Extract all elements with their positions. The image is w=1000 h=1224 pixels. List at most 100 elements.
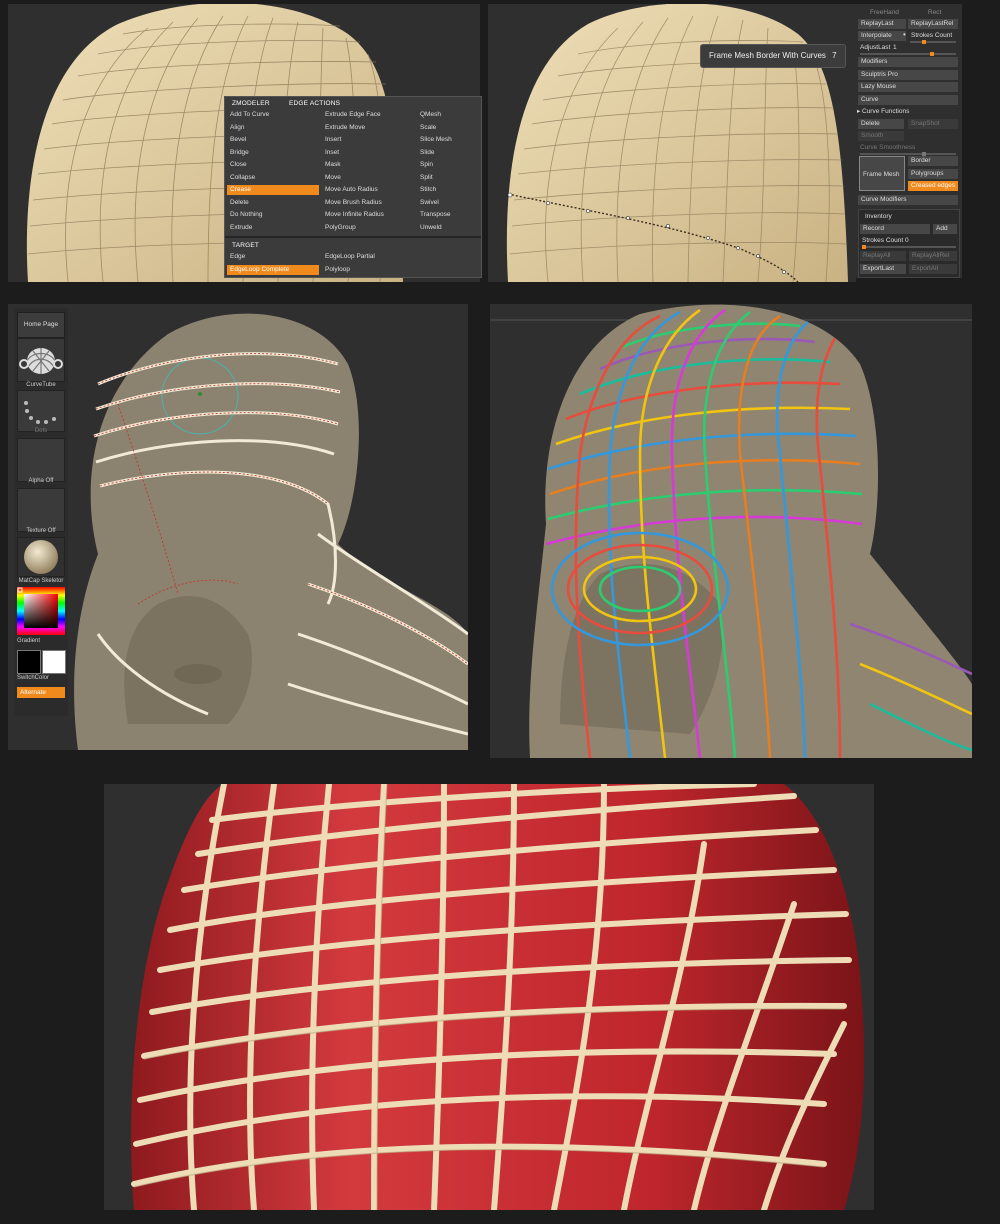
- main-color-swatch[interactable]: [17, 650, 41, 674]
- action-slide[interactable]: Slide: [420, 148, 434, 158]
- panel-red-tubes: [104, 784, 874, 1210]
- action-split[interactable]: Split: [420, 173, 433, 183]
- inventory-label[interactable]: Inventory: [865, 212, 892, 222]
- colored-curves-viewport[interactable]: [490, 304, 972, 758]
- replay-all-button[interactable]: ReplayAll: [860, 251, 906, 261]
- dots-stroke-icon[interactable]: [17, 390, 65, 432]
- action-insert[interactable]: Insert: [325, 135, 341, 145]
- action-add-to-curve[interactable]: Add To Curve: [230, 110, 269, 120]
- inventory-strokes-count-label: Strokes Count: [862, 237, 904, 244]
- action-transpose[interactable]: Transpose: [420, 210, 450, 220]
- action-collapse[interactable]: Collapse: [230, 173, 255, 183]
- panel-curvetube: [8, 304, 468, 750]
- curvetube-brush-icon[interactable]: [17, 338, 65, 382]
- replay-last-rel-button[interactable]: ReplayLastRel: [908, 19, 958, 29]
- stroke-label: Dots: [34, 428, 48, 434]
- action-extrude-move[interactable]: Extrude Move: [325, 123, 365, 133]
- freehand-label[interactable]: FreeHand: [870, 8, 899, 18]
- action-crease-selected[interactable]: Crease: [227, 185, 319, 195]
- target-edgeloop-complete-selected[interactable]: EdgeLoop Complete: [227, 264, 319, 275]
- action-extrude-edge-face[interactable]: Extrude Edge Face: [325, 110, 381, 120]
- matcap-skeletor-icon[interactable]: [17, 537, 65, 577]
- action-align[interactable]: Align: [230, 123, 244, 133]
- inventory-strokes-count-value: 0: [905, 237, 909, 244]
- curve-section[interactable]: Curve: [858, 94, 958, 105]
- curve-modifiers-section[interactable]: Curve Modifiers: [858, 195, 958, 205]
- frame-mesh-button[interactable]: Frame Mesh: [859, 156, 905, 191]
- switch-color-label[interactable]: SwitchColor: [17, 675, 65, 681]
- tooltip-count: 7: [832, 51, 837, 60]
- inventory-panel: Inventory Record Add Strokes Count 0 Rep…: [858, 209, 960, 278]
- stroke-palette: FreeHand Rect ReplayLast ReplayLastRel I…: [856, 4, 962, 278]
- frame-mesh-tooltip: Frame Mesh Border With Curves 7: [700, 44, 846, 68]
- rect-label[interactable]: Rect: [928, 8, 941, 18]
- inventory-strokes-slider[interactable]: [862, 245, 956, 249]
- action-move-auto-radius[interactable]: Move Auto Radius: [325, 185, 378, 195]
- zmodeler-header: ZMODELER: [232, 100, 270, 107]
- action-stitch[interactable]: Stitch: [420, 185, 436, 195]
- interpolate-button[interactable]: Interpolate: [858, 31, 906, 41]
- color-picker[interactable]: [17, 587, 65, 635]
- polygroups-toggle[interactable]: Polygroups: [908, 168, 958, 179]
- modifiers-section[interactable]: Modifiers: [858, 57, 958, 67]
- target-edgeloop-partial[interactable]: EdgeLoop Partial: [325, 252, 375, 262]
- lazy-mouse-section[interactable]: Lazy Mouse: [858, 82, 958, 92]
- expand-arrow-icon[interactable]: ▸: [857, 107, 860, 117]
- panel-colored-curves: [490, 304, 972, 758]
- action-move-brush-radius[interactable]: Move Brush Radius: [325, 198, 382, 208]
- curve-delete-button[interactable]: Delete: [858, 119, 904, 129]
- action-inset[interactable]: Inset: [325, 148, 339, 158]
- action-bevel[interactable]: Bevel: [230, 135, 246, 145]
- curvetube-viewport[interactable]: [8, 304, 468, 750]
- secondary-color-swatch[interactable]: [42, 650, 66, 674]
- target-polyloop[interactable]: Polyloop: [325, 265, 350, 275]
- record-button[interactable]: Record: [860, 224, 930, 234]
- action-move[interactable]: Move: [325, 173, 341, 183]
- zmodeler-popup-menu: ZMODELER EDGE ACTIONS Add To Curve Align…: [224, 96, 482, 278]
- edge-actions-header: EDGE ACTIONS: [289, 100, 341, 107]
- action-mask[interactable]: Mask: [325, 160, 341, 170]
- strokes-count-label: Strokes Count: [911, 32, 953, 39]
- target-edge[interactable]: Edge: [230, 252, 245, 262]
- target-header: TARGET: [232, 242, 260, 249]
- red-tube-render-viewport[interactable]: [104, 784, 874, 1210]
- sculptris-pro-section[interactable]: Sculptris Pro: [858, 69, 958, 80]
- border-toggle[interactable]: Border: [908, 156, 958, 166]
- action-swivel[interactable]: Swivel: [420, 198, 439, 208]
- action-close[interactable]: Close: [230, 160, 247, 170]
- home-page-button[interactable]: Home Page: [17, 312, 65, 338]
- creased-edges-toggle[interactable]: Creased edges: [908, 181, 958, 191]
- curve-functions-label[interactable]: Curve Functions: [862, 107, 909, 117]
- alpha-off-icon[interactable]: [17, 438, 65, 482]
- adjust-last-label: AdjustLast: [860, 44, 891, 51]
- texture-off-icon[interactable]: [17, 488, 65, 532]
- export-last-button[interactable]: ExportLast: [860, 264, 906, 274]
- action-delete[interactable]: Delete: [230, 198, 249, 208]
- action-slice-mesh[interactable]: Slice Mesh: [420, 135, 452, 145]
- alternate-button[interactable]: Alternate: [17, 687, 65, 698]
- adjust-last-value: 1: [893, 44, 897, 51]
- radio-dot-icon[interactable]: •: [903, 30, 906, 40]
- action-unweld[interactable]: Unweld: [420, 223, 442, 233]
- strokes-count-slider[interactable]: [910, 40, 956, 44]
- add-button[interactable]: Add: [933, 224, 957, 234]
- action-move-infinite-radius[interactable]: Move Infinite Radius: [325, 210, 384, 220]
- action-extrude[interactable]: Extrude: [230, 223, 252, 233]
- snapshot-button[interactable]: SnapShot: [908, 119, 958, 129]
- gradient-label[interactable]: Gradient: [17, 638, 65, 644]
- alpha-label: Alpha Off: [28, 478, 54, 484]
- action-do-nothing[interactable]: Do Nothing: [230, 210, 263, 220]
- action-bridge[interactable]: Bridge: [230, 148, 249, 158]
- replay-all-rel-button[interactable]: ReplayAllRel: [909, 251, 957, 261]
- replay-last-button[interactable]: ReplayLast: [858, 19, 906, 29]
- action-polygroup[interactable]: PolyGroup: [325, 223, 356, 233]
- smooth-button[interactable]: Smooth: [858, 131, 904, 141]
- action-spin[interactable]: Spin: [420, 160, 433, 170]
- menu-divider: [225, 236, 481, 238]
- action-qmesh[interactable]: QMesh: [420, 110, 441, 120]
- action-scale[interactable]: Scale: [420, 123, 436, 133]
- brush-label: CurveTube: [26, 382, 56, 388]
- export-all-button[interactable]: ExportAll: [909, 264, 957, 274]
- adjust-last-slider[interactable]: [860, 52, 956, 56]
- curve-smoothness-slider[interactable]: [860, 152, 956, 156]
